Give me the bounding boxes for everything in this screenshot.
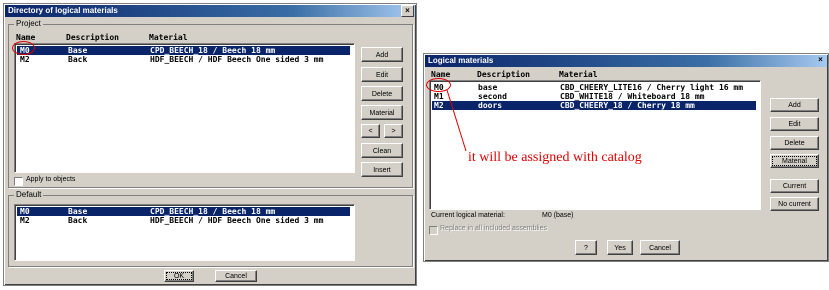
apply-to-objects-checkbox[interactable] [14, 177, 23, 186]
delete-button[interactable]: Delete [361, 86, 403, 101]
close-icon[interactable]: × [815, 55, 826, 65]
cancel-button[interactable]: Cancel [640, 240, 680, 255]
row-material: HDF_BEECH / HDF Beech One sided 3 mm [150, 216, 324, 225]
prev-button[interactable]: < [361, 124, 380, 138]
add-button[interactable]: Add [361, 47, 403, 62]
default-list[interactable]: M0 Base CPD_BEECH_18 / Beech 18 mm M2 Ba… [14, 204, 355, 261]
table-row[interactable]: M2 Back HDF_BEECH / HDF Beech One sided … [17, 216, 350, 225]
row-name: M2 [20, 55, 30, 64]
help-button[interactable]: ? [575, 240, 597, 255]
logical-materials-list[interactable]: M0 base CBD_CHEERY_LITE16 / Cherry light… [429, 80, 761, 210]
row-description: Back [68, 55, 88, 64]
no-current-button[interactable]: No current [770, 197, 819, 211]
row-description: Base [68, 46, 88, 55]
delete-button[interactable]: Delete [770, 136, 819, 150]
highlight-circle [12, 41, 35, 55]
row-description: base [478, 83, 498, 92]
column-header-material: Material [559, 70, 598, 79]
default-group-label: Default [14, 190, 44, 199]
clean-button[interactable]: Clean [361, 143, 403, 158]
current-logical-material-value: M0 (base) [542, 212, 574, 219]
cancel-button[interactable]: Cancel [215, 270, 257, 282]
row-material: CPD_BEECH_18 / Beech 18 mm [150, 207, 276, 216]
row-description: second [478, 92, 507, 101]
column-header-description: Description [66, 33, 119, 42]
row-description: Back [68, 216, 88, 225]
add-button[interactable]: Add [770, 98, 819, 112]
column-header-material: Material [149, 33, 188, 42]
row-name: M2 [20, 216, 30, 225]
table-row[interactable]: M2 doors CBD_CHEERY_18 / Cherry 18 mm [432, 101, 756, 110]
annotation-text: it will be assigned with catalog [468, 150, 642, 165]
current-logical-material-label: Current logical material: [431, 212, 505, 219]
replace-in-assemblies-label: Replace in all included assemblies [440, 225, 548, 232]
row-material: CBD_CHEERY_18 / Cherry 18 mm [560, 101, 695, 110]
logical-materials-title: Logical materials [425, 55, 827, 67]
insert-button[interactable]: Insert [361, 162, 403, 177]
highlight-circle [426, 78, 451, 92]
row-material: CBD_CHEERY_LITE16 / Cherry light 16 mm [560, 83, 744, 92]
next-button[interactable]: > [384, 124, 403, 138]
directory-dialog: Directory of logical materials × Project… [3, 3, 417, 286]
row-material: CBD_WHITE18 / Whiteboard 18 mm [560, 92, 705, 101]
project-group-label: Project [14, 19, 43, 28]
table-row[interactable]: M2 Back HDF_BEECH / HDF Beech One sided … [17, 55, 350, 64]
row-material: HDF_BEECH / HDF Beech One sided 3 mm [150, 55, 324, 64]
table-row[interactable]: M1 second CBD_WHITE18 / Whiteboard 18 mm [432, 92, 756, 101]
apply-to-objects-label: Apply to objects [26, 176, 76, 183]
row-material: CPD_BEECH_18 / Beech 18 mm [150, 46, 276, 55]
close-icon[interactable]: × [401, 5, 414, 17]
table-row[interactable]: M0 base CBD_CHEERY_LITE16 / Cherry light… [432, 83, 756, 92]
row-name: M0 [20, 207, 30, 216]
row-description: Base [68, 207, 88, 216]
row-description: doors [478, 101, 503, 110]
row-name: M2 [434, 101, 444, 110]
edit-button[interactable]: Edit [361, 67, 403, 82]
material-button[interactable]: Material [770, 154, 819, 168]
current-button[interactable]: Current [770, 179, 819, 193]
directory-dialog-title: Directory of logical materials [5, 5, 415, 17]
material-button[interactable]: Material [361, 105, 403, 120]
replace-in-assemblies-checkbox[interactable] [429, 226, 438, 235]
project-list[interactable]: M0 Base CPD_BEECH_18 / Beech 18 mm M2 Ba… [14, 43, 355, 173]
table-row[interactable]: M0 Base CPD_BEECH_18 / Beech 18 mm [17, 46, 350, 55]
edit-button[interactable]: Edit [770, 117, 819, 131]
ok-button[interactable]: OK [164, 270, 194, 282]
column-header-description: Description [477, 70, 530, 79]
yes-button[interactable]: Yes [607, 240, 633, 255]
table-row[interactable]: M0 Base CPD_BEECH_18 / Beech 18 mm [17, 207, 350, 216]
row-name: M1 [434, 92, 444, 101]
